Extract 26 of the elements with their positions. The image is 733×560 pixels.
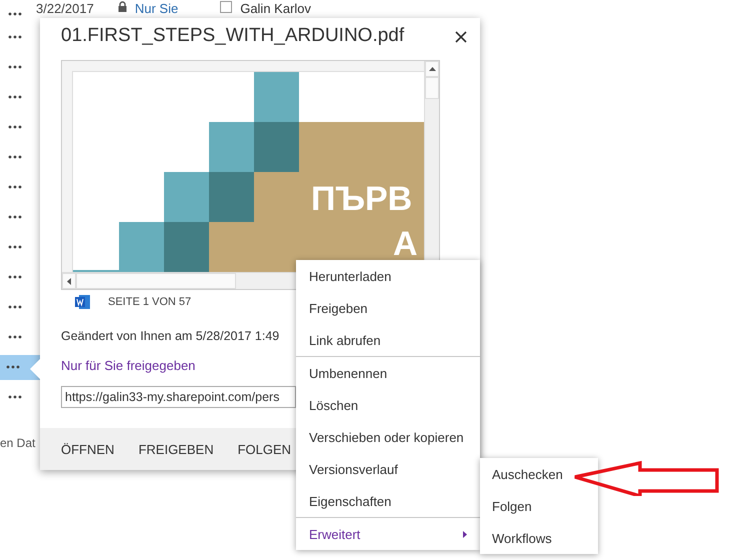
file-title: 01.FIRST_STEPS_WITH_ARDUINO.pdf <box>61 24 404 48</box>
sharing-link[interactable]: Nur Sie <box>134 1 178 16</box>
menu-item[interactable]: Verschieben oder kopieren <box>296 421 480 453</box>
menu-item[interactable]: Folgen <box>480 490 598 522</box>
menu-item[interactable]: Eigenschaften <box>296 485 480 517</box>
menu-item[interactable]: Löschen <box>296 389 480 421</box>
page-heading-text: ПЪРВ <box>311 182 412 216</box>
url-field[interactable]: https://galin33-my.sharepoint.com/pers <box>61 386 296 408</box>
menu-item[interactable]: Link abrufen <box>296 324 480 356</box>
modified-text: Geändert von Ihnen am 5/28/2017 1:49 <box>61 328 280 344</box>
action-button[interactable]: ÖFFNEN <box>61 442 114 456</box>
date-text: 3/22/2017 <box>36 1 94 16</box>
action-button[interactable]: FREIGEBEN <box>138 442 214 456</box>
sharing-link[interactable]: Nur für Sie freigegeben <box>61 358 196 374</box>
menu-item[interactable]: Freigeben <box>296 292 480 324</box>
page-heading-text: А <box>393 227 418 261</box>
menu-item[interactable]: Workflows <box>480 522 598 554</box>
action-button[interactable]: FOLGEN <box>238 442 292 456</box>
menu-item[interactable]: Auschecken <box>480 458 598 490</box>
menu-item[interactable]: Versionsverlauf <box>296 453 480 485</box>
menu-item[interactable]: Umbenennen <box>296 357 480 389</box>
menu-item[interactable]: Herunterladen <box>296 260 480 292</box>
author-text: Galin Karlov <box>240 1 312 16</box>
footer-text: en Dat <box>0 436 36 450</box>
submenu-item[interactable]: Erweitert <box>296 518 480 550</box>
page-indicator: SEITE 1 VON 57 <box>108 296 192 308</box>
